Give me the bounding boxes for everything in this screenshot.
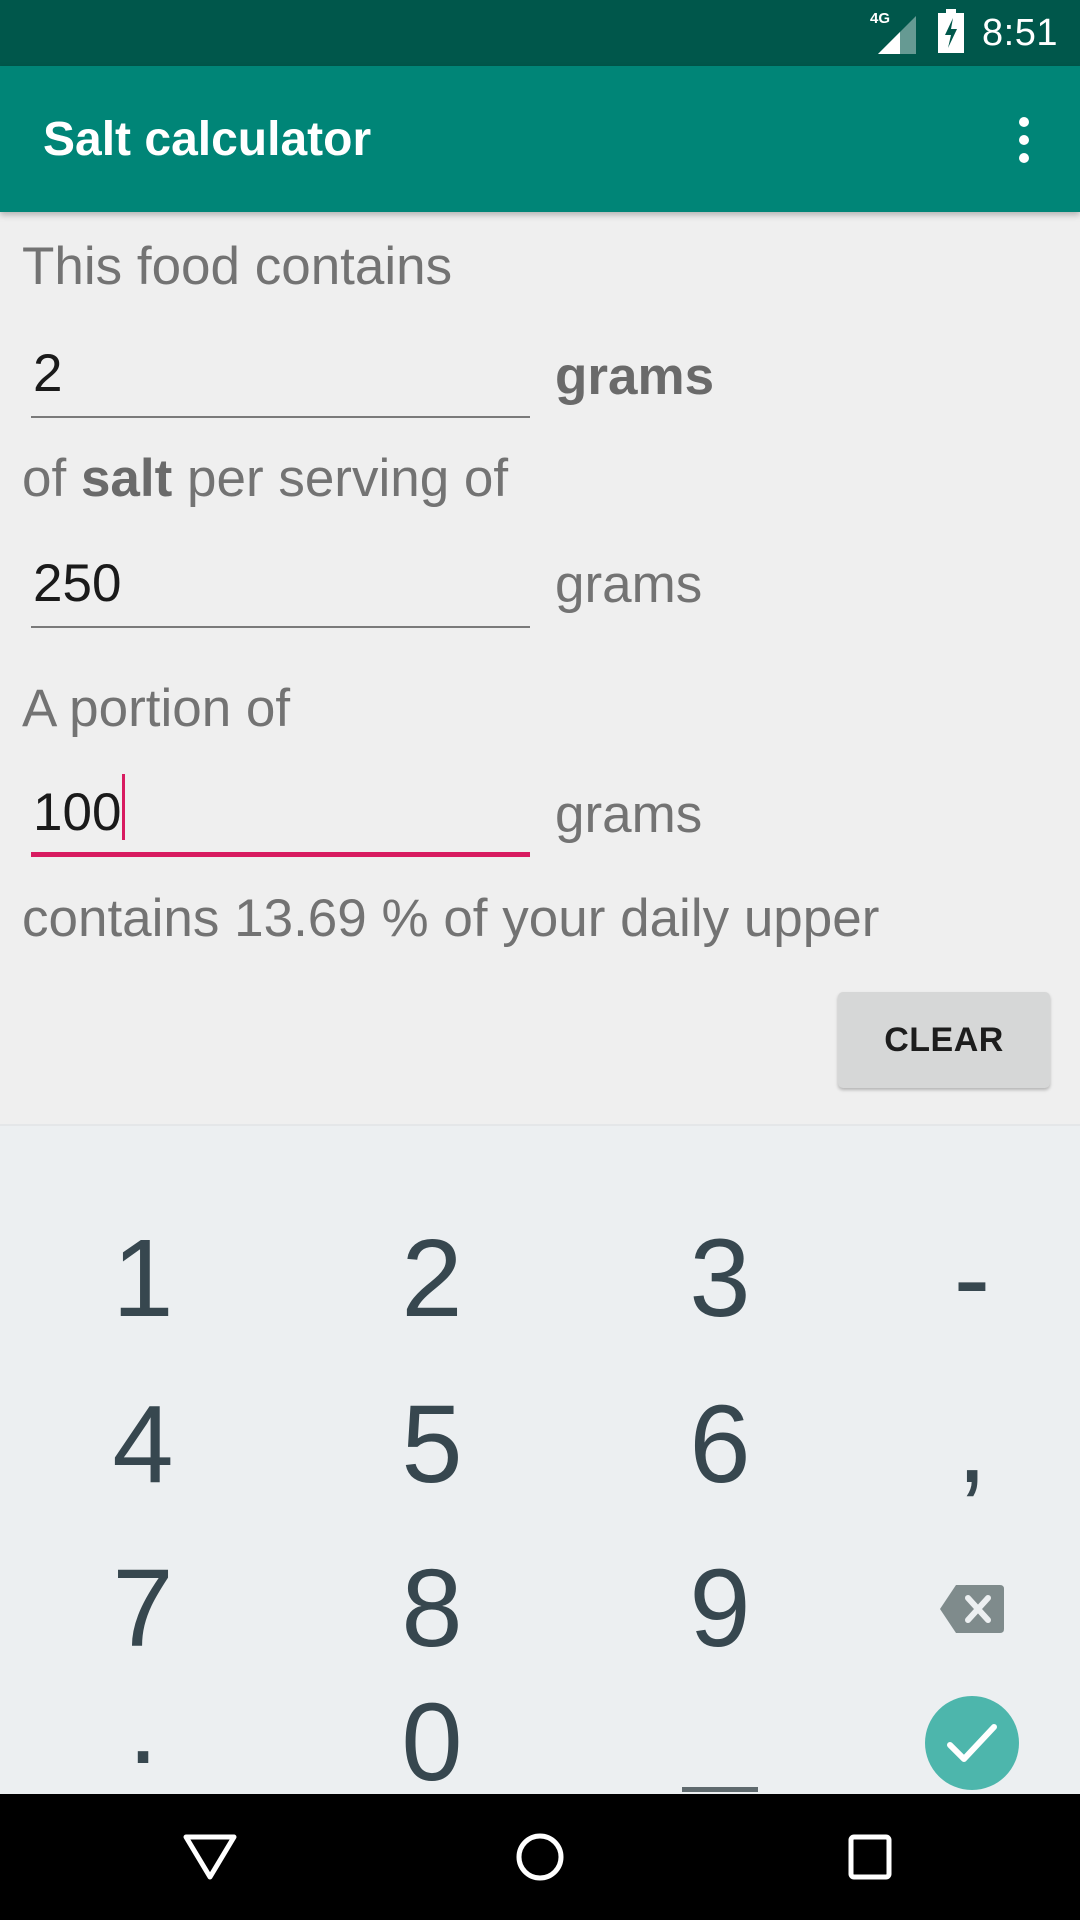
- key-6[interactable]: 6: [585, 1362, 855, 1527]
- key-1[interactable]: 1: [8, 1196, 278, 1361]
- portion-size-unit: grams: [555, 785, 703, 844]
- check-icon: [925, 1695, 1019, 1790]
- key-4[interactable]: 4: [8, 1362, 278, 1527]
- more-vert-icon[interactable]: [988, 104, 1060, 176]
- key-comma[interactable]: ,: [837, 1362, 1080, 1527]
- signal-icon: 4G: [870, 8, 920, 58]
- back-icon: [183, 1834, 237, 1880]
- text-cursor: [122, 774, 126, 840]
- salt-amount-unit: grams: [555, 347, 715, 406]
- salt-label-suffix: per serving of: [172, 449, 509, 508]
- serving-size-value: 250: [33, 554, 122, 613]
- recents-icon: [848, 1834, 892, 1880]
- home-icon: [516, 1833, 564, 1881]
- battery-charging-icon: [938, 8, 965, 58]
- key-minus[interactable]: -: [837, 1196, 1080, 1361]
- app-title: Salt calculator: [43, 113, 372, 166]
- salt-amount-value: 2: [33, 344, 63, 403]
- clear-button[interactable]: CLEAR: [838, 992, 1050, 1088]
- key-3[interactable]: 3: [585, 1196, 855, 1361]
- key-5[interactable]: 5: [297, 1362, 567, 1527]
- recents-button[interactable]: [790, 1794, 950, 1920]
- serving-size-input[interactable]: 250: [31, 548, 530, 628]
- app-bar: Salt calculator: [0, 66, 1080, 212]
- key-2[interactable]: 2: [297, 1196, 567, 1361]
- result-text: contains 13.69 % of your daily upper: [22, 889, 880, 948]
- intro-label: This food contains: [22, 237, 453, 296]
- key-period[interactable]: .: [8, 1664, 278, 1796]
- salt-label-prefix: of: [22, 449, 81, 508]
- status-bar: 4G 8:51: [0, 0, 1080, 66]
- salt-label: of salt per serving of: [22, 448, 508, 509]
- portion-size-input[interactable]: 100: [31, 774, 530, 857]
- calculator-form: This food contains 2 grams of salt per s…: [0, 212, 1080, 1124]
- home-button[interactable]: [460, 1794, 620, 1920]
- portion-label: A portion of: [22, 679, 291, 738]
- back-button[interactable]: [130, 1794, 290, 1920]
- navigation-bar: [0, 1794, 1080, 1920]
- serving-size-unit: grams: [555, 555, 703, 614]
- backspace-icon: [940, 1584, 1004, 1633]
- salt-amount-input[interactable]: 2: [31, 338, 530, 418]
- salt-label-bold: salt: [80, 449, 173, 508]
- underscore-glyph: [682, 1786, 758, 1792]
- clock: 8:51: [982, 11, 1058, 54]
- numeric-keyboard: 1 2 3 - 4 5 6 , 7 8 9 . 0: [0, 1124, 1080, 1804]
- portion-size-value: 100: [33, 774, 126, 843]
